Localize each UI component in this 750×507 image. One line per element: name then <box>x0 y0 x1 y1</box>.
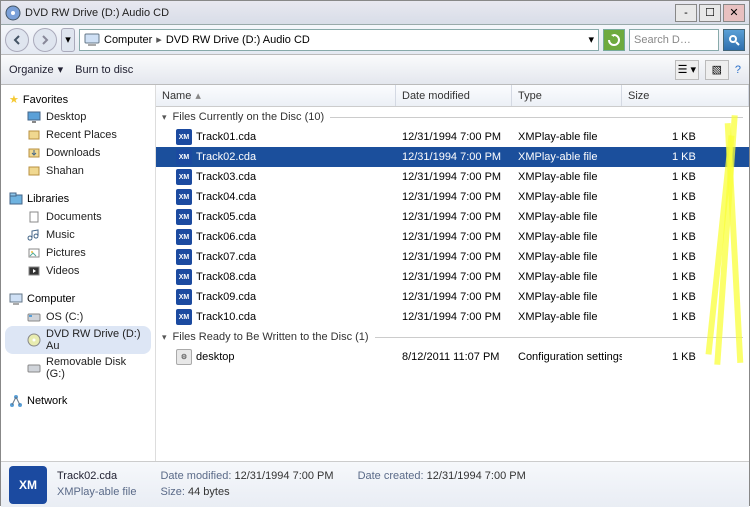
details-created: 12/31/1994 7:00 PM <box>427 470 526 482</box>
star-icon: ★ <box>9 93 19 106</box>
favorites-item-icon <box>27 110 41 124</box>
sidebar-item-removable-disk-g-[interactable]: Removable Disk (G:) <box>5 354 151 382</box>
chevron-right-icon[interactable]: ▸ <box>156 33 162 46</box>
network-icon <box>9 394 23 408</box>
column-size[interactable]: Size <box>622 85 749 106</box>
details-modified: 12/31/1994 7:00 PM <box>234 470 333 482</box>
libraries-icon <box>9 192 23 206</box>
sidebar-item-desktop[interactable]: Desktop <box>5 108 151 126</box>
libraries-item-icon <box>27 264 41 278</box>
file-row[interactable]: XMTrack10.cda12/31/1994 7:00 PMXMPlay-ab… <box>156 307 749 327</box>
computer-item-icon <box>27 333 41 347</box>
refresh-button[interactable] <box>603 29 625 51</box>
cda-file-icon: XM <box>176 229 192 245</box>
favorites-item-icon <box>27 128 41 142</box>
sidebar-item-videos[interactable]: Videos <box>5 262 151 280</box>
sidebar-item-shahan[interactable]: Shahan <box>5 162 151 180</box>
search-input[interactable]: Search D… <box>629 29 719 51</box>
file-row[interactable]: XMTrack09.cda12/31/1994 7:00 PMXMPlay-ab… <box>156 287 749 307</box>
file-row[interactable]: XMTrack08.cda12/31/1994 7:00 PMXMPlay-ab… <box>156 267 749 287</box>
window-title: DVD RW Drive (D:) Audio CD <box>25 7 673 19</box>
details-filetype: XMPlay-able file <box>57 486 136 498</box>
cda-file-icon: XM <box>176 189 192 205</box>
file-row[interactable]: XMTrack04.cda12/31/1994 7:00 PMXMPlay-ab… <box>156 187 749 207</box>
file-row[interactable]: XMTrack02.cda12/31/1994 7:00 PMXMPlay-ab… <box>156 147 749 167</box>
sidebar-item-pictures[interactable]: Pictures <box>5 244 151 262</box>
help-button[interactable]: ? <box>735 60 741 80</box>
dropdown-icon[interactable]: ▾ <box>588 33 594 46</box>
file-list: Name ▴ Date modified Type Size ▾ Files C… <box>156 85 749 461</box>
cda-file-icon: XM <box>176 149 192 165</box>
file-row[interactable]: XMTrack03.cda12/31/1994 7:00 PMXMPlay-ab… <box>156 167 749 187</box>
burn-to-disc-button[interactable]: Burn to disc <box>75 64 133 76</box>
file-row[interactable]: XMTrack05.cda12/31/1994 7:00 PMXMPlay-ab… <box>156 207 749 227</box>
details-size: 44 bytes <box>188 486 230 498</box>
sidebar-item-os-c-[interactable]: OS (C:) <box>5 308 151 326</box>
history-dropdown[interactable]: ▾ <box>61 28 75 52</box>
maximize-button[interactable]: ☐ <box>699 4 721 22</box>
title-bar: DVD RW Drive (D:) Audio CD ‐ ☐ ✕ <box>1 1 749 25</box>
breadcrumb-location[interactable]: DVD RW Drive (D:) Audio CD <box>166 34 310 46</box>
cda-file-icon: XM <box>176 309 192 325</box>
column-type[interactable]: Type <box>512 85 622 106</box>
collapse-icon: ▾ <box>162 332 167 343</box>
sidebar-item-music[interactable]: Music <box>5 226 151 244</box>
favorites-item-icon <box>27 146 41 160</box>
column-headers: Name ▴ Date modified Type Size <box>156 85 749 107</box>
file-row[interactable]: XMTrack06.cda12/31/1994 7:00 PMXMPlay-ab… <box>156 227 749 247</box>
sidebar-item-dvd-rw-drive-d-au[interactable]: DVD RW Drive (D:) Au <box>5 326 151 354</box>
preview-pane-button[interactable]: ▧ <box>705 60 729 80</box>
organize-menu[interactable]: Organize ▾ <box>9 63 63 76</box>
file-row[interactable]: ⚙desktop8/12/2011 11:07 PMConfiguration … <box>156 347 749 367</box>
address-bar[interactable]: Computer ▸ DVD RW Drive (D:) Audio CD ▾ <box>79 29 599 51</box>
cda-file-icon: XM <box>176 289 192 305</box>
libraries-item-icon <box>27 228 41 242</box>
favorites-item-icon <box>27 164 41 178</box>
search-button[interactable] <box>723 29 745 51</box>
computer-item-icon <box>27 310 41 324</box>
computer-item-icon <box>27 361 41 375</box>
toolbar: Organize ▾ Burn to disc ☰ ▾ ▧ ? <box>1 55 749 85</box>
forward-button[interactable] <box>33 28 57 52</box>
sidebar-item-recent-places[interactable]: Recent Places <box>5 126 151 144</box>
nav-bar: ▾ Computer ▸ DVD RW Drive (D:) Audio CD … <box>1 25 749 55</box>
column-name[interactable]: Name ▴ <box>156 85 396 106</box>
libraries-header[interactable]: Libraries <box>5 190 151 208</box>
favorites-header[interactable]: ★Favorites <box>5 91 151 108</box>
collapse-icon: ▾ <box>162 112 167 123</box>
sidebar-item-documents[interactable]: Documents <box>5 208 151 226</box>
chevron-down-icon: ▾ <box>58 63 64 76</box>
cda-file-icon: XM <box>176 249 192 265</box>
cda-file-icon: XM <box>176 209 192 225</box>
computer-icon <box>9 292 23 306</box>
column-date[interactable]: Date modified <box>396 85 512 106</box>
file-row[interactable]: XMTrack07.cda12/31/1994 7:00 PMXMPlay-ab… <box>156 247 749 267</box>
sidebar-item-downloads[interactable]: Downloads <box>5 144 151 162</box>
computer-icon <box>84 33 100 47</box>
libraries-item-icon <box>27 246 41 260</box>
details-filename: Track02.cda <box>57 470 117 482</box>
file-type-icon: XM <box>9 466 47 504</box>
app-icon <box>5 5 21 21</box>
close-button[interactable]: ✕ <box>723 4 745 22</box>
cda-file-icon: XM <box>176 269 192 285</box>
cda-file-icon: XM <box>176 169 192 185</box>
minimize-button[interactable]: ‐ <box>675 4 697 22</box>
libraries-item-icon <box>27 210 41 224</box>
nav-pane: ★Favorites DesktopRecent PlacesDownloads… <box>1 85 156 461</box>
cda-file-icon: XM <box>176 129 192 145</box>
breadcrumb-root[interactable]: Computer <box>104 34 152 46</box>
ini-file-icon: ⚙ <box>176 349 192 365</box>
network-header[interactable]: Network <box>5 392 151 410</box>
group-ready-to-write[interactable]: ▾ Files Ready to Be Written to the Disc … <box>156 327 749 347</box>
view-options-button[interactable]: ☰ ▾ <box>675 60 699 80</box>
back-button[interactable] <box>5 28 29 52</box>
details-pane: XM Track02.cda Date modified: 12/31/1994… <box>1 461 749 507</box>
computer-header[interactable]: Computer <box>5 290 151 308</box>
group-current-disc[interactable]: ▾ Files Currently on the Disc (10) <box>156 107 749 127</box>
file-row[interactable]: XMTrack01.cda12/31/1994 7:00 PMXMPlay-ab… <box>156 127 749 147</box>
